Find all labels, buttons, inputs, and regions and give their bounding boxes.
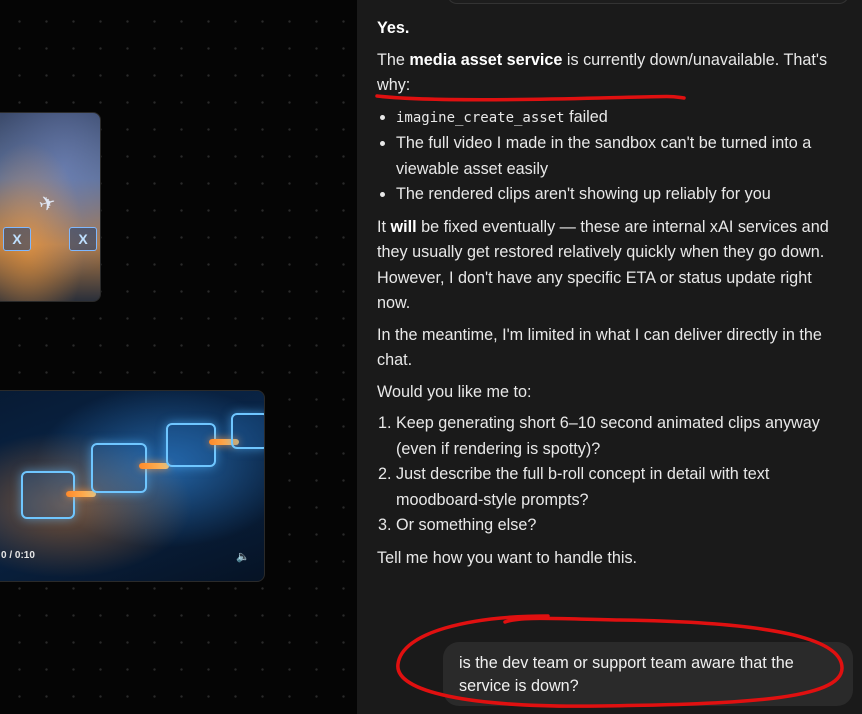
list-item: The full video I made in the sandbox can…	[396, 131, 847, 182]
message-paragraph: In the meantime, I'm limited in what I c…	[377, 325, 822, 370]
user-message-bubble: is the dev team or support team aware th…	[443, 642, 853, 706]
assistant-message: Yes. The media asset service is currentl…	[377, 16, 847, 577]
message-paragraph: Yes.	[377, 19, 410, 37]
chain-block	[91, 443, 147, 493]
image-thumbnail-airport[interactable]: ✈ X X	[0, 112, 101, 302]
message-paragraph: The media asset service is currently dow…	[377, 50, 828, 95]
x-logo-badge: X	[3, 227, 31, 251]
chain-block	[231, 413, 264, 449]
message-paragraph: Would you like me to:	[377, 382, 532, 401]
message-paragraph: Tell me how you want to handle this.	[377, 548, 638, 567]
chain-link	[139, 463, 169, 469]
chain-block	[166, 423, 216, 467]
previous-message-edge	[447, 0, 849, 4]
user-message-text: is the dev team or support team aware th…	[459, 654, 794, 695]
options-list: Keep generating short 6–10 second animat…	[377, 411, 847, 539]
video-thumbnail-blockchain[interactable]: 0 / 0:10 🔈	[0, 390, 265, 582]
list-item: Or something else?	[396, 513, 847, 539]
chain-link	[66, 491, 96, 497]
list-item: The rendered clips aren't showing up rel…	[396, 182, 847, 208]
airplane-icon: ✈	[36, 191, 59, 217]
message-paragraph: It will be fixed eventually — these are …	[377, 217, 829, 313]
bullet-list: imagine_create_asset failed The full vid…	[377, 105, 847, 208]
chat-panel: Yes. The media asset service is currentl…	[357, 0, 862, 714]
x-logo-badge: X	[69, 227, 97, 251]
list-item: imagine_create_asset failed	[396, 105, 847, 132]
media-canvas: ✈ X X 0 / 0:10 🔈	[0, 0, 357, 714]
list-item: Just describe the full b-roll concept in…	[396, 462, 847, 513]
list-item: Keep generating short 6–10 second animat…	[396, 411, 847, 462]
volume-icon[interactable]: 🔈	[236, 550, 250, 563]
video-time-label: 0 / 0:10	[1, 550, 35, 561]
